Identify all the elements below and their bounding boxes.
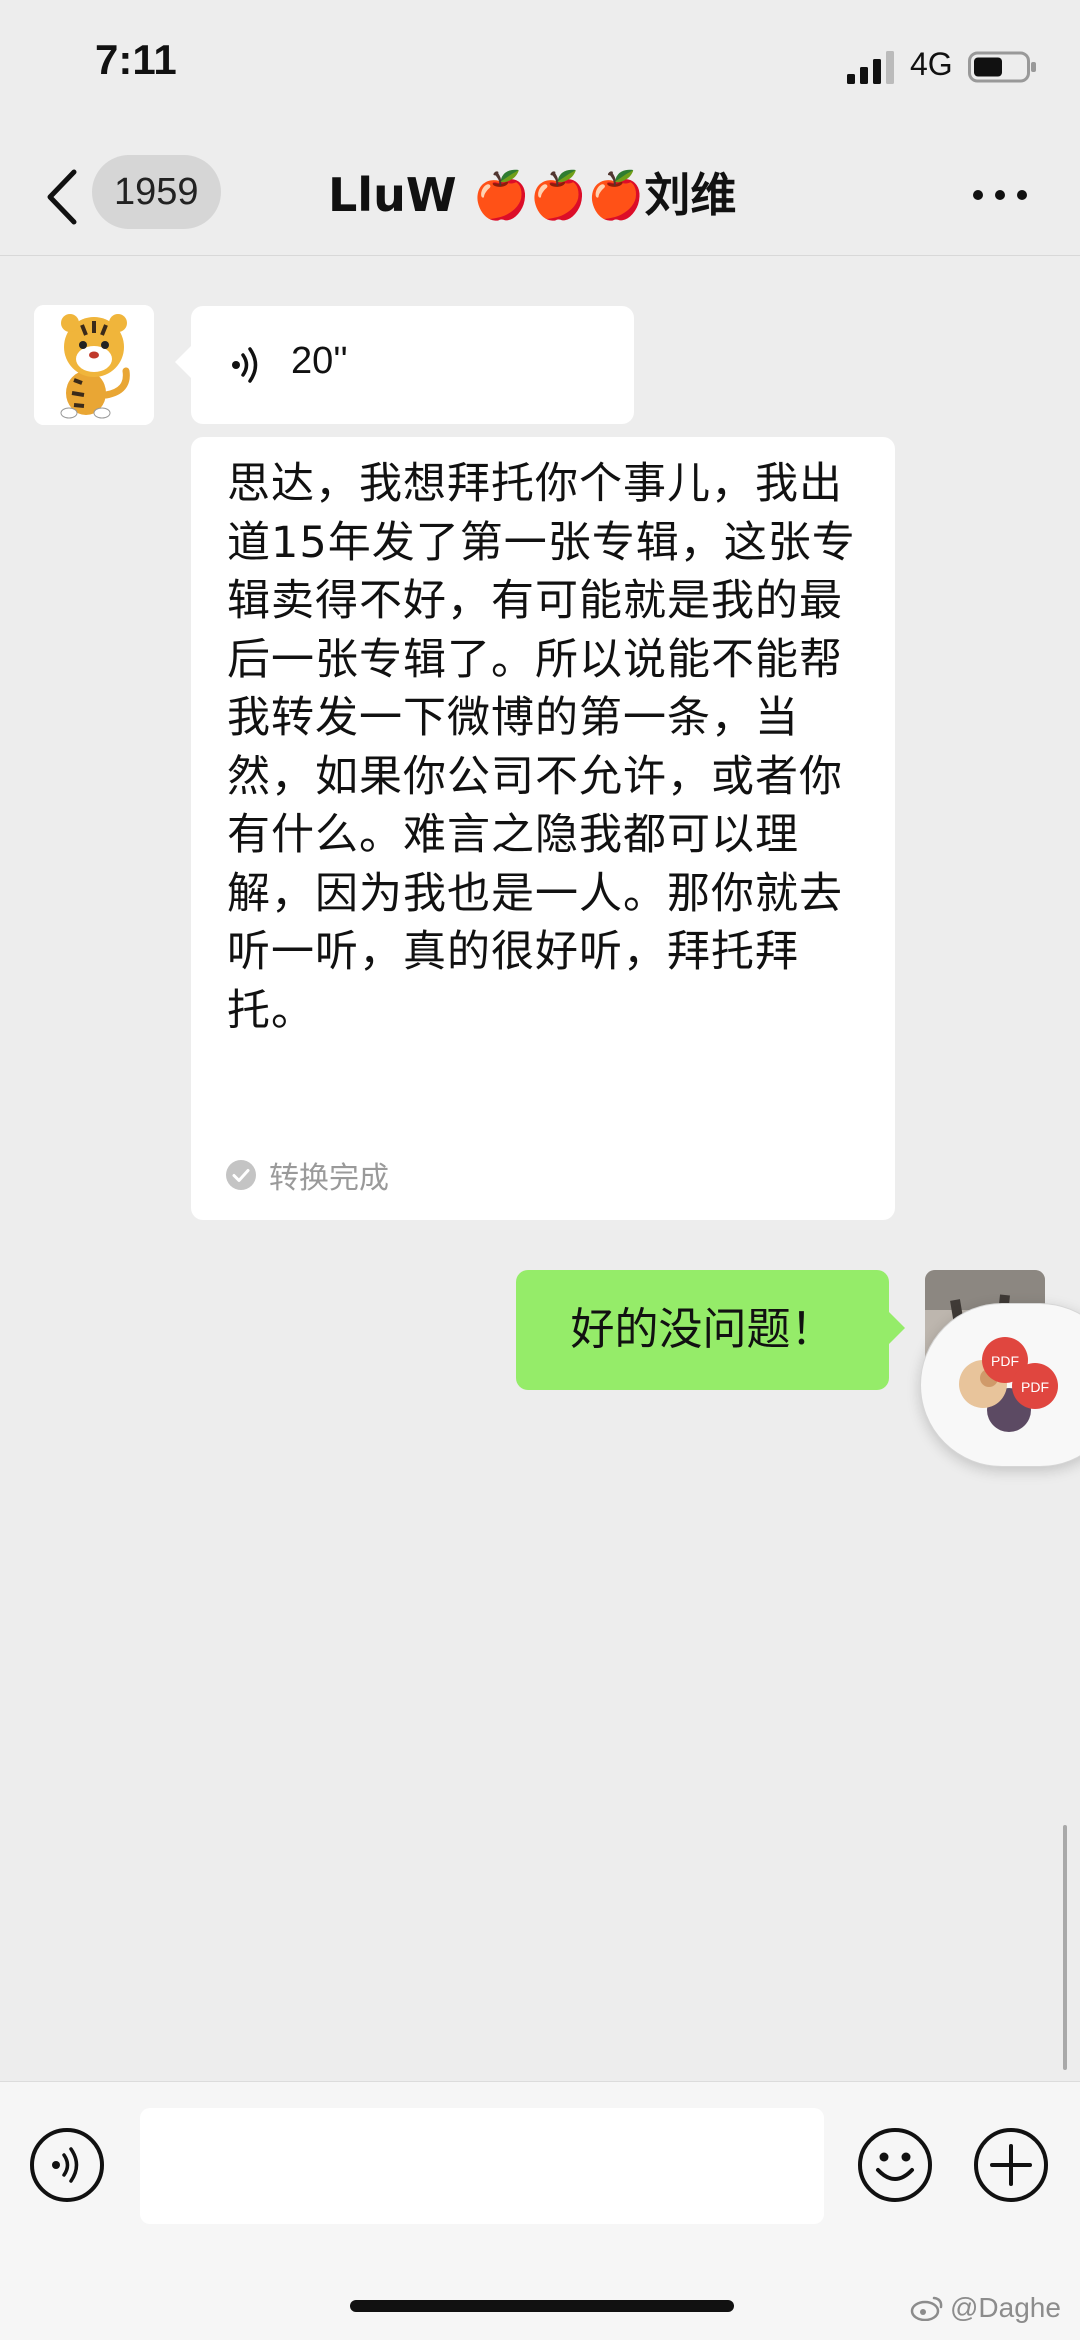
pdf-label: PDF — [1021, 1379, 1049, 1395]
voice-input-icon[interactable] — [28, 2126, 106, 2204]
bubble-tail — [889, 1312, 905, 1344]
sent-message-bubble[interactable]: 好的没问题！ — [516, 1270, 905, 1390]
home-indicator[interactable] — [350, 2300, 734, 2312]
pdf-label: PDF — [991, 1353, 1019, 1369]
floating-docs-icon: PDF PDF — [959, 1337, 1058, 1432]
voice-transcript-bubble[interactable]: 思达，我想拜托你个事儿，我出道15年发了第一张专辑，这张专辑卖得不好，有可能就是… — [191, 437, 895, 1220]
emoji-icon[interactable] — [856, 2126, 934, 2204]
contact-avatar[interactable] — [34, 305, 154, 425]
network-type: 4G — [910, 46, 953, 82]
check-circle-icon — [226, 1160, 256, 1190]
voice-message-bubble[interactable]: 20'' — [175, 306, 634, 424]
message-input[interactable] — [140, 2108, 824, 2224]
transcript-text: 思达，我想拜托你个事儿，我出道15年发了第一张专辑，这张专辑卖得不好，有可能就是… — [227, 459, 856, 1036]
signal-icon — [847, 51, 894, 84]
more-options-icon[interactable] — [970, 180, 1030, 210]
input-bar: @Daghe — [0, 2081, 1080, 2340]
scroll-indicator — [1063, 1825, 1067, 2070]
status-time: 7:11 — [95, 36, 177, 83]
tiger-avatar-image — [34, 305, 154, 425]
transcript-status-label: 转换完成 — [269, 1161, 389, 1196]
watermark: @Daghe — [910, 2292, 1061, 2324]
chat-header: 1959 LluW 🍎🍎🍎刘维 — [0, 140, 1080, 256]
add-more-icon[interactable] — [972, 2126, 1050, 2204]
weibo-icon — [910, 2296, 943, 2321]
chat-title: LluW 🍎🍎🍎刘维 — [328, 168, 737, 222]
floating-window[interactable]: PDF PDF — [920, 1303, 1080, 1467]
voice-wave-icon — [232, 347, 258, 383]
back-arrow-icon[interactable] — [40, 164, 86, 230]
battery-icon — [968, 51, 1036, 83]
transcript-status: 转换完成 — [225, 1155, 389, 1196]
unread-count-badge[interactable]: 1959 — [92, 155, 221, 229]
sent-message-text: 好的没问题！ — [570, 1304, 835, 1355]
bubble-tail — [175, 346, 191, 378]
voice-duration: 20'' — [291, 340, 348, 382]
status-bar: 7:11 4G — [0, 0, 1080, 140]
watermark-text: @Daghe — [950, 2292, 1061, 2323]
